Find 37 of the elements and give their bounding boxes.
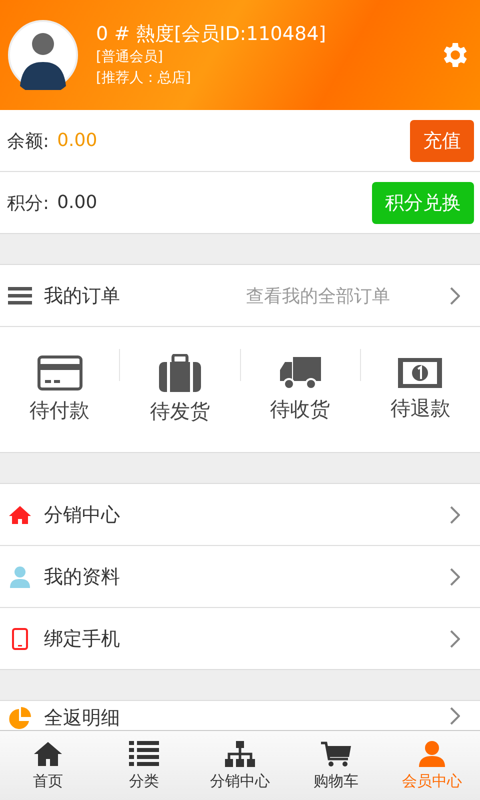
balance-label: 余额: [7, 130, 50, 152]
member-name: 0 # 熱度[会员ID:110484] [96, 22, 328, 47]
tab[interactable]: 分销中心 [192, 731, 288, 800]
points-label: 积分: [7, 192, 50, 214]
cart-icon [321, 740, 351, 766]
home-icon [33, 740, 63, 766]
tab[interactable]: 购物车 [288, 731, 384, 800]
chevron-icon [450, 707, 460, 725]
chevron-icon [450, 286, 460, 304]
truck-icon [279, 356, 322, 390]
sitemap-icon [225, 740, 255, 766]
order-status-item[interactable]: 待发货 [120, 354, 240, 425]
suitcase-icon [158, 354, 202, 392]
member-level: [普通会员] [96, 48, 164, 67]
menu-item[interactable]: 绑定手机 [0, 608, 480, 670]
points-value: 0.00 [57, 192, 98, 213]
balance-value: 0.00 [57, 130, 98, 151]
chevron-icon [450, 630, 460, 648]
menu-item[interactable]: 分销中心 [0, 484, 480, 546]
avatar-icon [8, 20, 78, 90]
banknote-icon [397, 357, 444, 389]
chevron-icon [450, 568, 460, 586]
person-icon [417, 740, 447, 766]
tab[interactable]: 首页 [0, 731, 96, 800]
chevron-icon [450, 506, 460, 524]
order-status-item[interactable]: 待收货 [240, 356, 360, 423]
menu-item[interactable]: 全返明细 [0, 701, 480, 730]
credit-card-icon [36, 355, 83, 391]
list-icon [129, 740, 159, 766]
pie-chart-icon [6, 707, 34, 730]
order-status-item[interactable]: 待付款 [0, 355, 120, 424]
orders-title: 我的订单 [44, 284, 121, 308]
referrer-text: [推荐人：总店] [96, 69, 192, 88]
menu-item[interactable]: 我的资料 [0, 546, 480, 608]
menu-icon [6, 286, 34, 306]
order-status-item[interactable]: 待退款 [360, 357, 480, 422]
tab[interactable]: 分类 [96, 731, 192, 800]
